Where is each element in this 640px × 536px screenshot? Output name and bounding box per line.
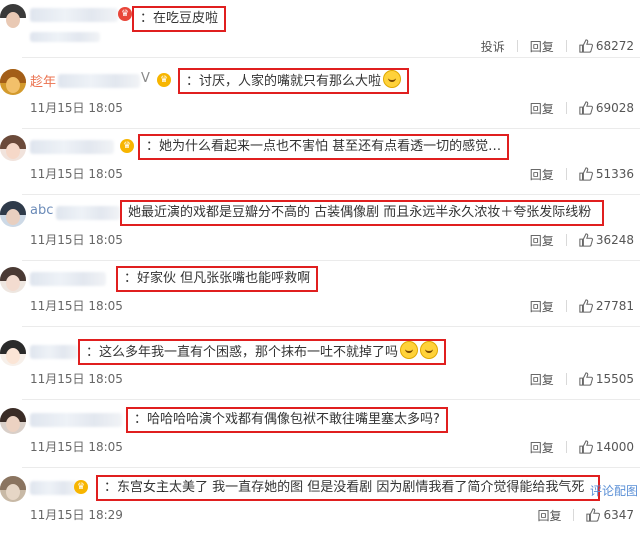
comment-actions: 投诉 回复 68272: [481, 37, 634, 55]
comment-row: ：好家伙 但凡张张嘴也能呼救啊 11月15日 18:05 回复 27781: [0, 261, 640, 327]
like-button[interactable]: 15505: [579, 372, 634, 386]
username-blurred[interactable]: [30, 481, 78, 495]
username-blurred[interactable]: [30, 413, 122, 427]
thumbs-up-icon: [586, 508, 601, 522]
thumbs-up-icon: [579, 299, 593, 313]
username[interactable]: abc: [30, 203, 53, 218]
username-tail: V: [141, 71, 150, 86]
crown-icon: ♛: [118, 7, 132, 21]
avatar[interactable]: [0, 69, 26, 95]
comment-row: ♛ ：她为什么看起来一点也不害怕 甚至还有点看透一切的感觉… 11月15日 18…: [0, 129, 640, 195]
like-count: 68272: [595, 39, 634, 53]
comment-row: 趁年 V ♛ ：讨厌，人家的嘴就只有那么大啦 11月15日 18:05 回复 6…: [0, 63, 640, 129]
reply-link[interactable]: 回复: [530, 232, 554, 249]
blurred-text: [30, 32, 100, 42]
comment-actions: 回复 69028: [530, 99, 634, 117]
comment-actions: 回复 15505: [530, 370, 634, 388]
like-count: 36248: [595, 233, 634, 247]
username-blurred[interactable]: [56, 206, 120, 220]
avatar[interactable]: [0, 476, 26, 502]
like-count: 14000: [595, 440, 634, 454]
report-link[interactable]: 投诉: [481, 38, 505, 55]
thumbs-up-icon: [579, 233, 593, 247]
comment-actions: 回复 36248: [530, 231, 634, 249]
reply-link[interactable]: 回复: [530, 439, 554, 456]
emoji-icon: [383, 70, 402, 88]
username[interactable]: 趁年: [30, 71, 56, 90]
highlighted-comment: 她最近演的戏都是豆瓣分不高的 古装偶像剧 而且永远半永久浓妆＋夸张发际线粉: [120, 200, 604, 226]
username-blurred[interactable]: [58, 74, 140, 88]
like-button[interactable]: 14000: [579, 440, 634, 454]
like-button[interactable]: 36248: [579, 233, 634, 247]
username-blurred[interactable]: [30, 140, 114, 154]
thumbs-up-icon: [579, 167, 593, 181]
highlighted-comment: ：这么多年我一直有个困惑，那个抹布一吐不就掉了吗: [78, 339, 447, 365]
reply-link[interactable]: 回复: [530, 100, 554, 117]
comment-date: 11月15日 18:05: [30, 167, 123, 181]
reply-link[interactable]: 回复: [530, 38, 554, 55]
comment-row: ：哈哈哈哈演个戏都有偶像包袱不敢往嘴里塞太多吗? 11月15日 18:05 回复…: [0, 402, 640, 468]
reply-link[interactable]: 回复: [530, 298, 554, 315]
avatar[interactable]: [0, 408, 26, 434]
highlighted-comment: ：她为什么看起来一点也不害怕 甚至还有点看透一切的感觉…: [138, 134, 510, 160]
like-count: 51336: [595, 167, 634, 181]
username-blurred[interactable]: [30, 272, 106, 286]
avatar[interactable]: [0, 267, 26, 293]
comment-row: abc 她最近演的戏都是豆瓣分不高的 古装偶像剧 而且永远半永久浓妆＋夸张发际线…: [0, 195, 640, 261]
comment-date: 11月15日 18:05: [30, 233, 123, 247]
comment-date: 11月15日 18:05: [30, 101, 123, 115]
highlighted-comment: ：哈哈哈哈演个戏都有偶像包袱不敢往嘴里塞太多吗?: [126, 407, 448, 433]
reply-link[interactable]: 回复: [530, 371, 554, 388]
comment-actions: 回复 27781: [530, 297, 634, 315]
like-button[interactable]: 6347: [586, 508, 634, 522]
crown-icon: ♛: [74, 480, 88, 494]
comment-date: 11月15日 18:05: [30, 372, 123, 386]
comment-row: ：这么多年我一直有个困惑，那个抹布一吐不就掉了吗 11月15日 18:05 回复…: [0, 334, 640, 400]
avatar[interactable]: [0, 4, 26, 30]
comment-date: 11月15日 18:05: [30, 440, 123, 454]
like-button[interactable]: 69028: [579, 101, 634, 115]
like-button[interactable]: 51336: [579, 167, 634, 181]
thumbs-up-icon: [579, 372, 593, 386]
like-count: 69028: [595, 101, 634, 115]
thumbs-up-icon: [579, 440, 593, 454]
reply-link[interactable]: 回复: [537, 507, 561, 524]
username-blurred[interactable]: [30, 8, 118, 22]
avatar[interactable]: [0, 201, 26, 227]
reply-link[interactable]: 回复: [530, 166, 554, 183]
emoji-icon: [420, 341, 439, 359]
comment-picture-link[interactable]: 评论配图: [590, 482, 638, 499]
comment-actions: 回复 6347: [537, 506, 634, 524]
like-count: 15505: [595, 372, 634, 386]
avatar[interactable]: [0, 340, 26, 366]
avatar[interactable]: [0, 135, 26, 161]
comment-row: ♛ ：在吃豆皮啦 投诉 回复 68272: [0, 0, 640, 58]
highlighted-comment: ：讨厌，人家的嘴就只有那么大啦: [178, 68, 410, 94]
thumbs-up-icon: [579, 101, 593, 115]
highlighted-comment: ：东宫女主太美了 我一直存她的图 但是没看剧 因为剧情我看了简介觉得能给我气死: [96, 475, 600, 501]
comment-date: 11月15日 18:05: [30, 299, 123, 313]
username-blurred[interactable]: [30, 345, 78, 359]
comment-date: 11月15日 18:29: [30, 508, 123, 522]
like-button[interactable]: 68272: [579, 39, 634, 53]
like-count: 6347: [603, 508, 634, 522]
like-count: 27781: [595, 299, 634, 313]
comment-row: ♛ ：东宫女主太美了 我一直存她的图 但是没看剧 因为剧情我看了简介觉得能给我气…: [0, 470, 640, 536]
highlighted-comment: ：好家伙 但凡张张嘴也能呼救啊: [116, 266, 319, 292]
comment-actions: 回复 14000: [530, 438, 634, 456]
highlighted-comment: ：在吃豆皮啦: [132, 6, 227, 32]
crown-icon: ♛: [157, 73, 171, 87]
crown-icon: ♛: [120, 139, 134, 153]
emoji-icon: [400, 341, 419, 359]
comment-actions: 回复 51336: [530, 165, 634, 183]
thumbs-up-icon: [579, 39, 593, 53]
like-button[interactable]: 27781: [579, 299, 634, 313]
